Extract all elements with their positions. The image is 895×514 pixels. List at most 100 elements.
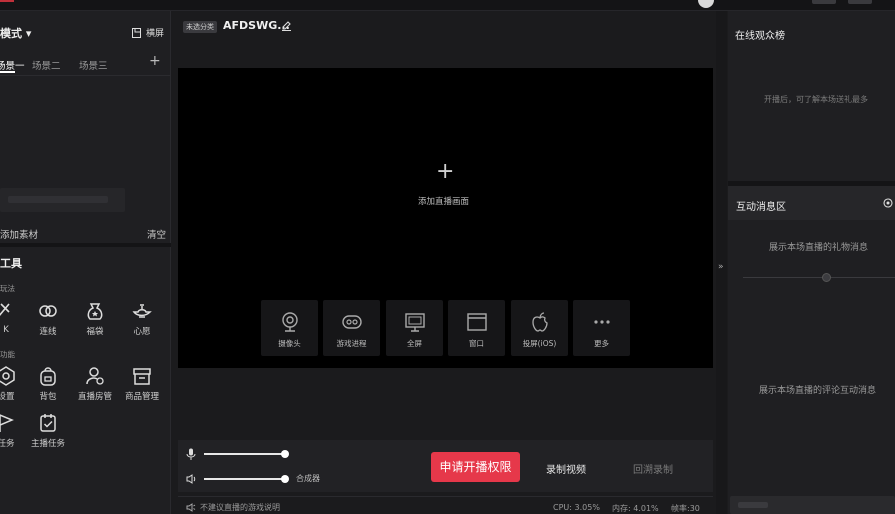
tool-label: 连线 [39,327,57,337]
add-material-button[interactable]: 添加素材 [0,227,38,241]
landscape-toggle[interactable]: 横屏 [132,26,164,39]
collapse-arrow-icon[interactable]: » [718,262,724,272]
product-management-tool[interactable]: 商品管理 [122,365,162,402]
tab-scene-3[interactable]: 场景三 [79,58,108,72]
tool-label: 背包 [39,392,57,402]
tool-label: 直播房管 [77,392,112,402]
window-control[interactable] [812,0,836,4]
landscape-icon [132,27,141,38]
split-handle[interactable] [822,273,831,282]
add-live-view-label[interactable]: 添加直播画面 [418,195,469,207]
app-logo [0,0,14,2]
clear-button[interactable]: 清空 [147,227,166,241]
tool-label: 福袋 [86,327,104,337]
settings-tool[interactable]: 设置 [0,365,26,402]
task-tool[interactable]: 任务 [0,412,26,449]
source-label: 投屏(iOS) [522,339,557,348]
active-tab-indicator [0,71,15,73]
audience-rank-title: 在线观众榜 [735,31,785,42]
connect-tool[interactable]: 连线 [28,300,68,337]
audience-rank-tip: 开播后，可了解本场送礼最多 [764,95,868,104]
window-icon [466,313,487,331]
landscape-label: 横屏 [146,29,165,39]
add-scene-button[interactable]: + [149,53,161,69]
gamepad-icon [341,315,362,329]
more-icon [593,320,610,324]
microphone-icon[interactable] [186,448,196,463]
fps-stat: 帧率:30 [671,504,700,513]
scene-tabs: 场景一 场景二 场景三 [0,54,171,74]
split-divider [743,277,895,278]
source-label: 更多 [594,339,609,348]
anchor-task-tool[interactable]: 主播任务 [28,412,68,449]
wish-tool[interactable]: 心愿 [122,300,162,337]
tab-scene-2[interactable]: 场景二 [32,58,61,72]
webcam-icon [281,312,298,332]
pk-icon [0,303,10,317]
speaker-volume-slider[interactable] [204,478,284,480]
source-label: 全屏 [407,339,422,348]
comment-message-tip: 展示本场直播的评论互动消息 [759,386,877,396]
room-title: AFDSWG... [223,19,290,32]
memory-stat: 内存: 4.01% [612,504,659,513]
tools-title: 工具 [0,257,22,270]
lucky-bag-tool[interactable]: 福袋 [75,300,115,337]
gift-message-tip: 展示本场直播的礼物消息 [769,243,869,253]
settings-icon [0,366,15,386]
tool-label: 任务 [0,439,15,449]
right-panel [728,11,895,514]
preview-stage[interactable] [178,68,713,368]
backpack-icon [40,367,56,386]
mic-volume-knob[interactable] [281,450,289,458]
calendar-check-icon [40,414,56,432]
speaker-icon[interactable] [186,474,197,487]
source-label: 游戏进程 [336,339,367,348]
group-label-play: 玩法 [0,284,15,293]
material-placeholder-text [8,196,108,203]
tool-label: 主播任务 [30,439,65,449]
cpu-stat: CPU: 3.05% [553,503,600,512]
tab-scene-1[interactable]: 场景一 [0,58,25,72]
mixer-label[interactable]: 合成器 [296,473,320,484]
add-scene-plus-icon[interactable]: + [436,159,454,184]
flag-icon [0,414,14,432]
record-video-button[interactable]: 录制视频 [546,461,586,476]
category-badge[interactable]: 未选分类 [183,21,217,33]
divider [0,75,171,76]
fullscreen-source-button[interactable]: 全屏 [386,300,443,356]
store-icon [133,368,151,385]
chat-input-placeholder [738,502,768,508]
room-admin-tool[interactable]: 直播房管 [75,365,115,402]
more-sources-button[interactable]: 更多 [573,300,630,356]
game-notice-text: 不建议直播的游戏说明 [200,503,280,512]
tool-label: 心愿 [133,327,151,337]
lamp-icon [132,304,152,318]
speaker-volume-knob[interactable] [281,475,289,483]
backpack-tool[interactable]: 背包 [28,365,68,402]
monitor-icon [404,313,425,332]
replay-record-button[interactable]: 回溯录制 [633,461,673,476]
window-source-button[interactable]: 窗口 [448,300,505,356]
game-notice-link[interactable]: 不建议直播的游戏说明 [186,502,280,513]
camera-source-button[interactable]: 摄像头 [261,300,318,356]
tool-label: 商品管理 [124,392,159,402]
pk-tool[interactable]: K [0,300,26,335]
game-process-source-button[interactable]: 游戏进程 [323,300,380,356]
ios-screen-cast-button[interactable]: 投屏(iOS) [511,300,568,356]
link-icon [39,305,57,317]
edit-icon[interactable] [281,20,292,34]
group-label-function: 功能 [0,350,15,359]
source-label: 窗口 [469,339,484,348]
user-settings-icon [86,367,104,385]
lucky-bag-icon [87,303,103,320]
source-label: 摄像头 [278,339,301,348]
tool-label: 设置 [0,392,15,402]
speaker-notice-icon [186,503,196,512]
window-control[interactable] [848,0,872,4]
message-area-title: 互动消息区 [736,202,786,213]
mode-selector[interactable]: 模式 ▾ [0,25,31,41]
mic-volume-slider[interactable] [204,453,284,455]
gear-icon[interactable] [883,198,893,211]
apple-icon [531,312,548,332]
apply-live-permission-button[interactable]: 申请开播权限 [431,452,520,482]
